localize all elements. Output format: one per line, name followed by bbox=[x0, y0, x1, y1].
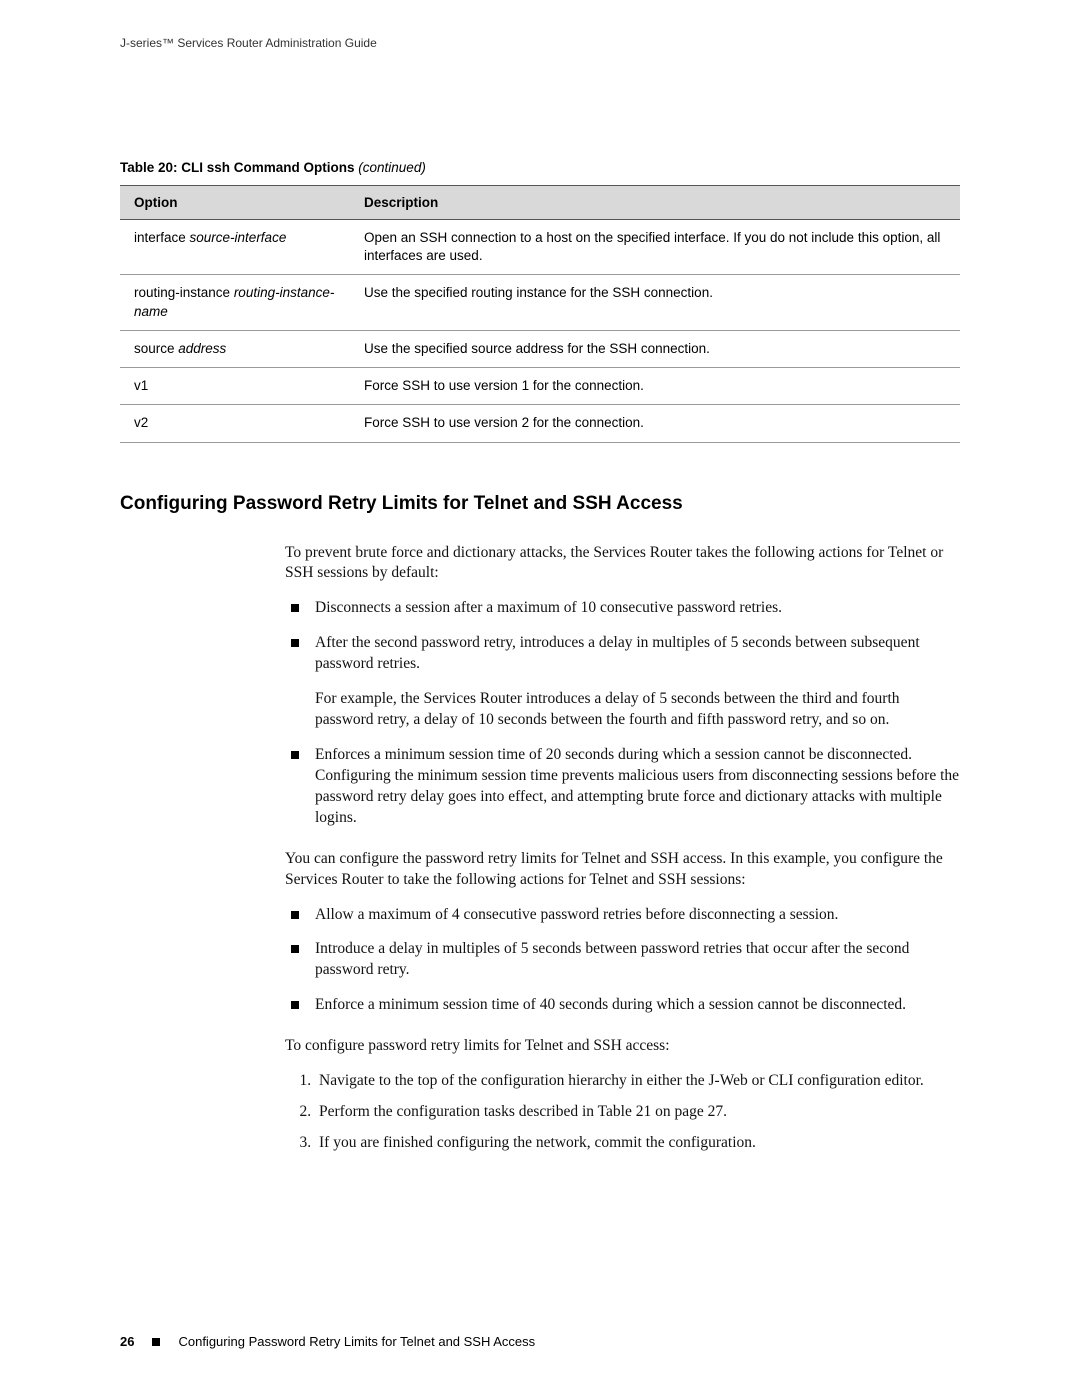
table-caption: Table 20: CLI ssh Command Options (conti… bbox=[120, 160, 960, 175]
list-item: Perform the configuration tasks describe… bbox=[315, 1102, 960, 1123]
th-description: Description bbox=[350, 186, 960, 220]
page-footer: 26 Configuring Password Retry Limits for… bbox=[120, 1334, 535, 1349]
table-caption-continued: (continued) bbox=[355, 160, 426, 175]
table-row: interface source-interface Open an SSH c… bbox=[120, 220, 960, 275]
table-caption-title: Table 20: CLI ssh Command Options bbox=[120, 160, 355, 175]
page-body: J-series™ Services Router Administration… bbox=[0, 0, 1080, 1154]
list-item: After the second password retry, introdu… bbox=[285, 633, 960, 731]
desc-cell: Force SSH to use version 1 for the conne… bbox=[350, 368, 960, 405]
option-cell: source address bbox=[120, 330, 350, 367]
desc-cell: Use the specified source address for the… bbox=[350, 330, 960, 367]
page-number: 26 bbox=[120, 1334, 134, 1349]
desc-cell: Use the specified routing instance for t… bbox=[350, 275, 960, 330]
table-row: v2 Force SSH to use version 2 for the co… bbox=[120, 405, 960, 442]
option-cell: v2 bbox=[120, 405, 350, 442]
running-header: J-series™ Services Router Administration… bbox=[120, 36, 960, 50]
table-row: v1 Force SSH to use version 1 for the co… bbox=[120, 368, 960, 405]
list-item: Introduce a delay in multiples of 5 seco… bbox=[285, 939, 960, 981]
desc-cell: Force SSH to use version 2 for the conne… bbox=[350, 405, 960, 442]
steps-intro-paragraph: To configure password retry limits for T… bbox=[285, 1036, 960, 1057]
steps-list: Navigate to the top of the configuration… bbox=[285, 1071, 960, 1154]
example-list: Allow a maximum of 4 consecutive passwor… bbox=[285, 905, 960, 1017]
section-heading: Configuring Password Retry Limits for Te… bbox=[120, 493, 960, 515]
option-cell: interface source-interface bbox=[120, 220, 350, 275]
intro-paragraph: To prevent brute force and dictionary at… bbox=[285, 543, 960, 585]
table-row: routing-instance routing-instance-name U… bbox=[120, 275, 960, 330]
list-item: Enforces a minimum session time of 20 se… bbox=[285, 745, 960, 829]
defaults-list: Disconnects a session after a maximum of… bbox=[285, 598, 960, 828]
option-cell: routing-instance routing-instance-name bbox=[120, 275, 350, 330]
footer-title: Configuring Password Retry Limits for Te… bbox=[178, 1334, 535, 1349]
list-item: Allow a maximum of 4 consecutive passwor… bbox=[285, 905, 960, 926]
th-option: Option bbox=[120, 186, 350, 220]
list-item: Enforce a minimum session time of 40 sec… bbox=[285, 995, 960, 1016]
option-cell: v1 bbox=[120, 368, 350, 405]
list-item: Disconnects a session after a maximum of… bbox=[285, 598, 960, 619]
example-intro-paragraph: You can configure the password retry lim… bbox=[285, 849, 960, 891]
list-item-subparagraph: For example, the Services Router introdu… bbox=[315, 689, 960, 731]
list-item: If you are finished configuring the netw… bbox=[315, 1133, 960, 1154]
section-body: To prevent brute force and dictionary at… bbox=[285, 543, 960, 1154]
cli-ssh-options-table: Option Description interface source-inte… bbox=[120, 185, 960, 443]
list-item: Navigate to the top of the configuration… bbox=[315, 1071, 960, 1092]
table-row: source address Use the specified source … bbox=[120, 330, 960, 367]
footer-square-icon bbox=[152, 1338, 160, 1346]
desc-cell: Open an SSH connection to a host on the … bbox=[350, 220, 960, 275]
